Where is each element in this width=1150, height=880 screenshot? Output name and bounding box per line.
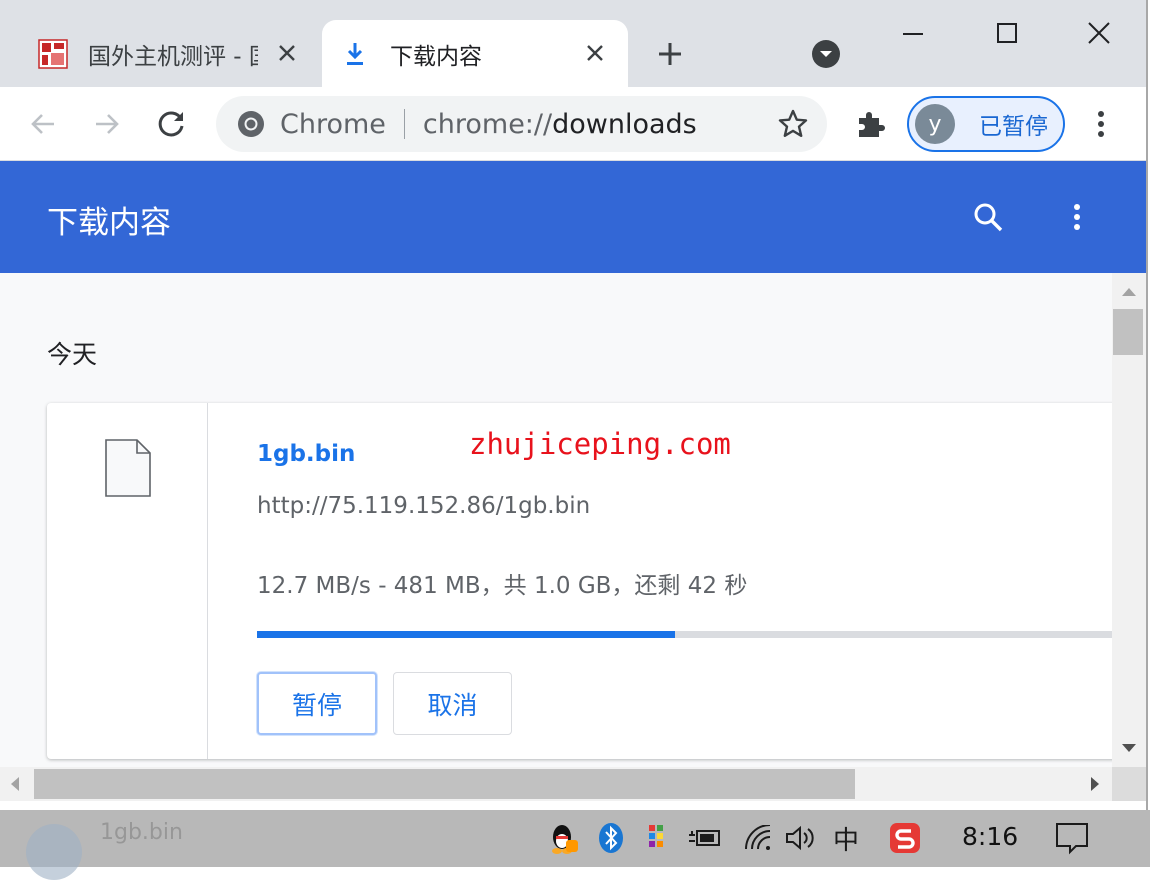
chrome-logo-icon <box>238 111 264 137</box>
wifi-icon <box>745 825 771 850</box>
file-icon-column <box>47 403 208 759</box>
tab-close-button[interactable] <box>580 38 610 68</box>
search-downloads-button[interactable] <box>968 197 1008 237</box>
url-host: downloads <box>552 108 697 140</box>
tray-network[interactable] <box>742 820 776 856</box>
omnibox-separator <box>403 109 405 139</box>
plus-icon <box>659 43 681 65</box>
avatar: y <box>915 104 955 144</box>
scroll-down-arrow[interactable] <box>1120 739 1138 757</box>
new-tab-button[interactable] <box>650 36 690 72</box>
triangle-left-icon <box>11 777 19 791</box>
extensions-puzzle-icon <box>859 112 885 137</box>
extensions-button[interactable] <box>850 103 892 145</box>
downloads-list: 今天 1gb.bin zhujiceping.com http://75.119… <box>0 273 1112 767</box>
scroll-right-arrow[interactable] <box>1086 775 1104 793</box>
vertical-scroll-thumb[interactable] <box>1113 309 1143 355</box>
taskbar-ghost-title: 1gb.bin <box>100 820 183 845</box>
vertical-scrollbar[interactable] <box>1112 273 1146 767</box>
tray-sogou[interactable] <box>888 820 922 856</box>
search-icon <box>974 203 1003 232</box>
battery-plug-icon <box>689 830 720 846</box>
cancel-button[interactable]: 取消 <box>393 672 512 735</box>
tab-title: 下载内容 <box>390 43 482 70</box>
notification-icon[interactable] <box>1054 820 1090 856</box>
app-grid-icon <box>649 825 663 847</box>
favicon-site-icon <box>38 38 68 69</box>
tab-downloads[interactable]: 下载内容 <box>322 20 628 87</box>
download-progress-bar <box>257 631 1112 638</box>
window-close-button[interactable] <box>1076 10 1122 56</box>
back-arrow-icon <box>31 114 54 134</box>
scroll-up-arrow[interactable] <box>1120 283 1138 301</box>
tray-qq[interactable] <box>546 820 580 856</box>
tab-title: 国外主机测评 - 国 <box>88 43 258 70</box>
back-button[interactable] <box>22 103 64 145</box>
site-label: Chrome <box>280 108 386 140</box>
forward-arrow-icon <box>96 114 119 134</box>
tray-bluetooth[interactable] <box>594 820 628 856</box>
minimize-button[interactable] <box>890 10 936 56</box>
maximize-icon <box>997 23 1017 43</box>
volume-icon <box>786 825 814 851</box>
toolbar: Chrome chrome://downloads y 已暂停 <box>0 87 1146 161</box>
tray-app-grid[interactable] <box>642 820 676 856</box>
reload-icon <box>158 111 184 137</box>
taskbar: 1gb.bin 中 8:16 <box>0 810 1150 880</box>
url-text: chrome://downloads <box>423 109 697 140</box>
close-icon <box>1088 22 1110 44</box>
file-url-link[interactable]: http://75.119.152.86/1gb.bin <box>257 493 590 519</box>
file-icon <box>105 439 151 497</box>
star-icon[interactable] <box>777 108 809 140</box>
triangle-right-icon <box>1091 777 1099 791</box>
page-title: 下载内容 <box>47 205 171 241</box>
qq-icon <box>552 825 578 854</box>
taskbar-ghost-icon <box>26 824 82 880</box>
file-name-link[interactable]: 1gb.bin <box>257 441 355 467</box>
maximize-button[interactable] <box>984 10 1030 56</box>
pause-button[interactable]: 暂停 <box>257 672 377 735</box>
downloads-header: 下载内容 <box>0 161 1146 273</box>
forward-button[interactable] <box>86 103 128 145</box>
kebab-menu-icon <box>1074 204 1080 230</box>
watermark-text: zhujiceping.com <box>469 427 731 461</box>
minimize-icon <box>903 33 923 35</box>
tray-power[interactable] <box>688 820 722 856</box>
horizontal-scrollbar[interactable] <box>0 767 1112 801</box>
tray-ime-indicator[interactable]: 中 <box>833 820 859 857</box>
tray-volume[interactable] <box>784 820 818 856</box>
tab-site[interactable]: 国外主机测评 - 国 <box>20 20 320 87</box>
tab-search-button[interactable] <box>810 38 842 70</box>
kebab-menu-icon <box>1098 111 1104 137</box>
tab-close-button[interactable] <box>272 38 302 68</box>
profile-status-label: 已暂停 <box>979 114 1048 140</box>
triangle-up-icon <box>1122 288 1136 296</box>
download-progress-fill <box>257 631 676 638</box>
date-heading: 今天 <box>47 340 98 369</box>
download-item-card: 1gb.bin zhujiceping.com http://75.119.15… <box>47 403 1112 759</box>
address-bar[interactable]: Chrome chrome://downloads <box>216 96 827 152</box>
horizontal-scroll-thumb[interactable] <box>34 769 855 799</box>
close-icon <box>587 45 603 61</box>
browser-menu-button[interactable] <box>1080 103 1122 145</box>
scroll-left-arrow[interactable] <box>6 775 24 793</box>
download-status: 12.7 MB/s - 481 MB，共 1.0 GB，还剩 42 秒 <box>257 573 748 599</box>
download-icon <box>347 42 363 65</box>
tab-search-icon <box>812 40 840 68</box>
url-scheme: chrome:// <box>422 108 553 140</box>
bluetooth-icon <box>599 823 623 853</box>
close-icon <box>279 45 295 61</box>
scrollbar-corner <box>1112 767 1146 801</box>
tab-strip: 国外主机测评 - 国 下载内容 <box>0 0 1146 87</box>
downloads-menu-button[interactable] <box>1057 197 1097 237</box>
taskbar-clock[interactable]: 8:16 <box>962 822 1018 851</box>
browser-window: 国外主机测评 - 国 下载内容 Chrome chrome://download… <box>0 0 1148 810</box>
sogou-ime-icon <box>890 823 920 853</box>
reload-button[interactable] <box>151 103 193 145</box>
triangle-down-icon <box>1122 744 1136 752</box>
profile-button[interactable]: y 已暂停 <box>907 96 1065 152</box>
